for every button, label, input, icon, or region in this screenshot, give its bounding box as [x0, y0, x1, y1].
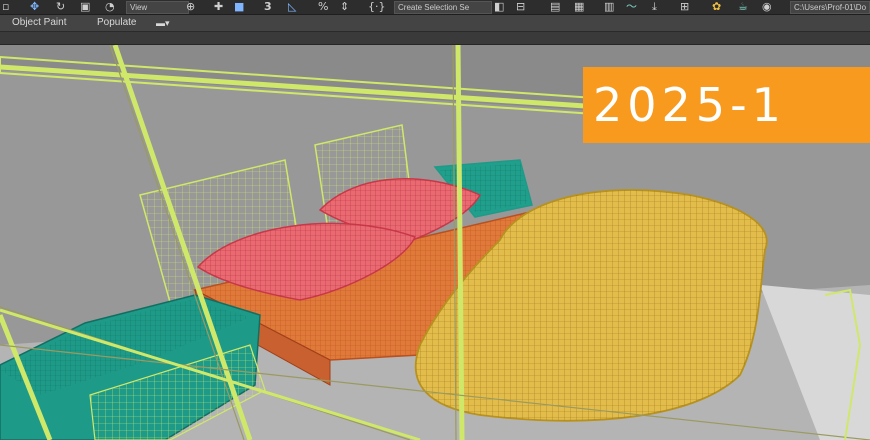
tab-populate[interactable]: Populate [97, 15, 136, 31]
edit-named-selection-icon[interactable]: {·} [368, 1, 386, 13]
select-place-icon[interactable]: ◔ [105, 1, 115, 13]
select-manipulate-icon[interactable]: ✚ [214, 1, 223, 13]
toggle-layers-icon[interactable]: ▦ [574, 1, 584, 13]
spinner-snap-icon[interactable]: ⇕ [340, 1, 349, 13]
rendered-frame-window-icon[interactable]: ☕ [738, 1, 748, 13]
keyboard-shortcut-override-icon[interactable]: ■ [234, 1, 244, 13]
snap-toggle-icon[interactable]: 3 [264, 1, 272, 13]
layer-explorer-icon[interactable]: ▤ [550, 1, 560, 13]
tab-object-paint[interactable]: Object Paint [12, 15, 66, 31]
pivot-icon[interactable]: ⊕ [186, 1, 195, 13]
percent-snap-icon[interactable]: % [318, 1, 328, 13]
render-setup-icon[interactable]: ✿ [712, 1, 721, 13]
version-badge: 2025-1 [583, 67, 870, 143]
ribbon-panel-strip [0, 32, 870, 45]
curve-editor-icon[interactable]: 〜 [626, 1, 637, 13]
material-editor-icon[interactable]: ⊞ [680, 1, 689, 13]
ribbon-options-icon[interactable]: ▬▾ [156, 15, 170, 31]
angle-snap-icon[interactable]: ◺ [288, 1, 296, 13]
select-icon[interactable]: ▫ [2, 1, 9, 13]
schematic-view-icon[interactable]: ⤓ [652, 1, 657, 13]
move-icon[interactable]: ✥ [30, 1, 39, 13]
rotate-icon[interactable]: ↻ [56, 1, 65, 13]
project-path-field[interactable]: C:\Users\Prof-01\Do [790, 1, 870, 14]
ribbon-bar: Object Paint Populate ▬▾ [0, 15, 870, 32]
align-icon[interactable]: ⊟ [516, 1, 525, 13]
reference-coordinate-dropdown[interactable]: View [126, 1, 189, 14]
viewport-perspective[interactable]: 2025-1 [0, 45, 870, 440]
ribbon-toggle-icon[interactable]: ▥ [604, 1, 614, 13]
scale-icon[interactable]: ▣ [80, 1, 90, 13]
mirror-icon[interactable]: ◧ [494, 1, 504, 13]
render-production-icon[interactable]: ◉ [762, 1, 772, 13]
main-toolbar: ▫ ✥ ↻ ▣ ◔ View ⊕ ✚ ■ 3 ◺ % ⇕ {·} Create … [0, 0, 870, 15]
named-selection-set-dropdown[interactable]: Create Selection Se [394, 1, 492, 14]
